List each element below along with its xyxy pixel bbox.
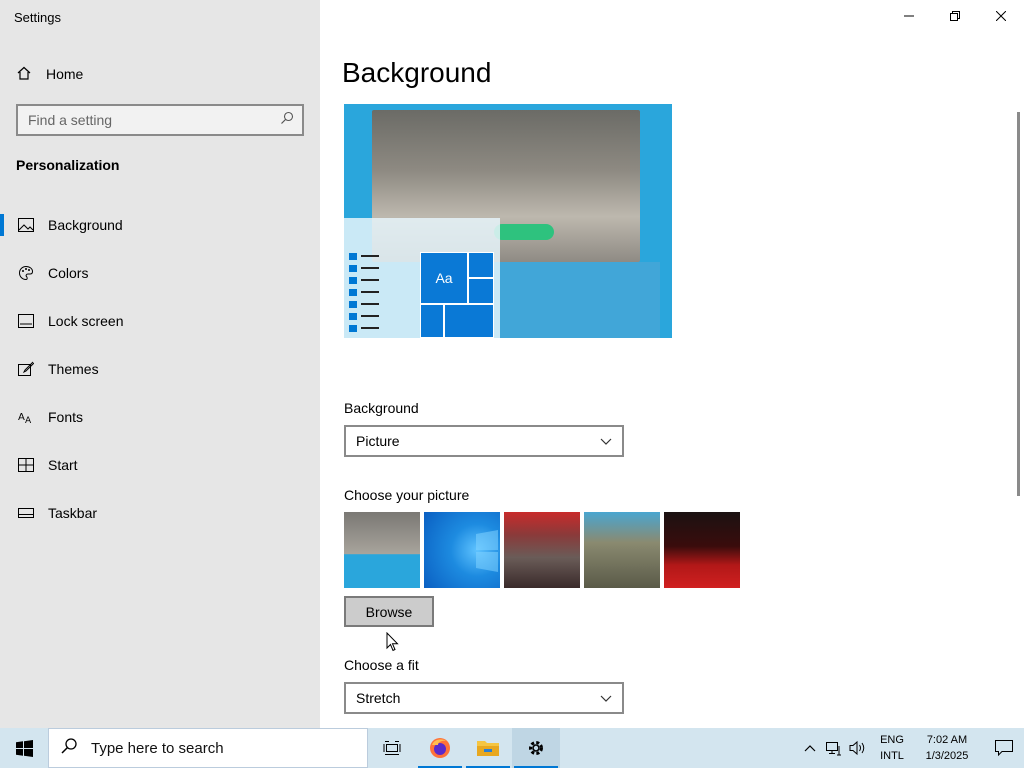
chevron-down-icon	[600, 690, 612, 706]
preview-pill	[494, 224, 554, 240]
taskbar: Type here to search ENG INTL 7:02 AM 1/3…	[0, 728, 1024, 768]
choose-fit-label: Choose a fit	[344, 657, 419, 673]
preview-tile	[420, 304, 444, 338]
sidebar-item-fonts[interactable]: AA Fonts	[0, 393, 320, 441]
sidebar-item-label: Colors	[48, 265, 89, 281]
find-setting-input[interactable]	[28, 112, 280, 128]
window-controls	[886, 0, 1024, 32]
firefox-taskbar-button[interactable]	[416, 728, 464, 768]
page-title: Background	[342, 57, 492, 88]
restore-button[interactable]	[932, 0, 978, 32]
chevron-down-icon	[600, 433, 612, 449]
home-nav-item[interactable]: Home	[16, 63, 83, 85]
background-label: Background	[344, 400, 419, 416]
sidebar-item-label: Fonts	[48, 409, 84, 425]
picture-thumbnail-5[interactable]	[664, 512, 740, 588]
sidebar-item-label: Start	[48, 457, 78, 473]
browse-button[interactable]: Browse	[344, 596, 434, 627]
firefox-icon	[430, 738, 450, 758]
preview-tiles: Aa	[420, 252, 496, 338]
brush-icon	[18, 361, 34, 377]
settings-icon	[529, 741, 543, 755]
svg-text:A: A	[18, 412, 25, 423]
sidebar-item-lock-screen[interactable]: Lock screen	[0, 297, 320, 345]
network-icon	[826, 742, 841, 756]
font-icon: AA	[18, 409, 34, 425]
taskbar-search-placeholder: Type here to search	[91, 739, 224, 757]
sidebar-item-background[interactable]: Background	[0, 201, 320, 249]
preview-tile	[468, 252, 494, 278]
sidebar-item-start[interactable]: Start	[0, 441, 320, 489]
settings-taskbar-button[interactable]	[512, 728, 560, 768]
file-explorer-taskbar-button[interactable]	[464, 728, 512, 768]
action-center-button[interactable]	[984, 728, 1024, 768]
background-type-dropdown[interactable]: Picture	[344, 425, 624, 457]
sidebar: Settings Home Personalization Background…	[0, 0, 320, 728]
sidebar-item-themes[interactable]: Themes	[0, 345, 320, 393]
chevron-up-icon	[804, 745, 816, 752]
task-view-icon	[383, 741, 401, 755]
minimize-button[interactable]	[886, 0, 932, 32]
picture-icon	[18, 217, 34, 233]
volume-icon	[849, 740, 865, 756]
clock[interactable]: 7:02 AM 1/3/2025	[910, 732, 984, 764]
fit-dropdown[interactable]: Stretch	[344, 682, 624, 714]
lock-screen-icon	[18, 313, 34, 329]
sidebar-item-label: Lock screen	[48, 313, 124, 329]
window-title: Settings	[14, 10, 61, 25]
preview-tile	[444, 304, 494, 338]
search-icon[interactable]	[280, 111, 294, 130]
picture-thumbnail-1[interactable]	[344, 512, 420, 588]
search-icon	[61, 738, 77, 758]
windows-logo-icon	[15, 739, 33, 757]
close-button[interactable]	[978, 0, 1024, 32]
sidebar-item-label: Background	[48, 217, 123, 233]
background-type-value: Picture	[356, 433, 400, 449]
section-title: Personalization	[16, 157, 120, 173]
picture-thumbnail-3[interactable]	[504, 512, 580, 588]
system-tray: ENG INTL 7:02 AM 1/3/2025	[798, 728, 1024, 768]
taskbar-icon	[18, 505, 34, 521]
language-code: ENG	[880, 734, 904, 746]
start-icon	[18, 457, 34, 473]
file-explorer-icon	[477, 741, 499, 756]
close-icon	[996, 11, 1006, 21]
keyboard-layout: INTL	[880, 750, 904, 762]
personalization-nav: Background Colors Lock screen Themes AA …	[0, 201, 320, 537]
mouse-cursor-icon	[386, 631, 399, 657]
start-button[interactable]	[0, 728, 48, 768]
svg-text:A: A	[25, 416, 32, 425]
input-language-indicator[interactable]: ENG INTL	[874, 732, 910, 764]
choose-picture-label: Choose your picture	[344, 487, 470, 503]
home-icon	[16, 65, 32, 84]
sidebar-item-taskbar[interactable]: Taskbar	[0, 489, 320, 537]
find-setting-search[interactable]	[16, 104, 304, 136]
restore-icon	[950, 11, 960, 21]
picture-thumbnail-4[interactable]	[584, 512, 660, 588]
picture-thumbnails	[344, 512, 740, 588]
taskbar-search[interactable]: Type here to search	[48, 728, 368, 768]
background-preview: Aa	[344, 104, 672, 338]
clock-time: 7:02 AM	[926, 734, 968, 746]
palette-icon	[18, 265, 34, 281]
notification-icon	[995, 740, 1013, 756]
fit-value: Stretch	[356, 690, 401, 706]
sidebar-item-label: Themes	[48, 361, 99, 377]
main-content: Background Aa Background Picture Choose …	[320, 0, 1024, 728]
sidebar-item-colors[interactable]: Colors	[0, 249, 320, 297]
clock-date: 1/3/2025	[925, 750, 969, 762]
preview-app-list	[349, 252, 383, 336]
show-hidden-icons-button[interactable]	[798, 728, 822, 768]
home-label: Home	[46, 66, 84, 82]
minimize-icon	[904, 15, 914, 17]
scrollbar[interactable]	[1017, 112, 1020, 496]
preview-lower-area	[500, 262, 660, 338]
network-button[interactable]	[822, 728, 846, 768]
picture-thumbnail-2[interactable]	[424, 512, 500, 588]
sidebar-item-label: Taskbar	[48, 505, 98, 521]
preview-tile	[468, 278, 494, 304]
preview-tile-aa: Aa	[420, 252, 468, 304]
task-view-button[interactable]	[368, 728, 416, 768]
volume-button[interactable]	[846, 728, 870, 768]
